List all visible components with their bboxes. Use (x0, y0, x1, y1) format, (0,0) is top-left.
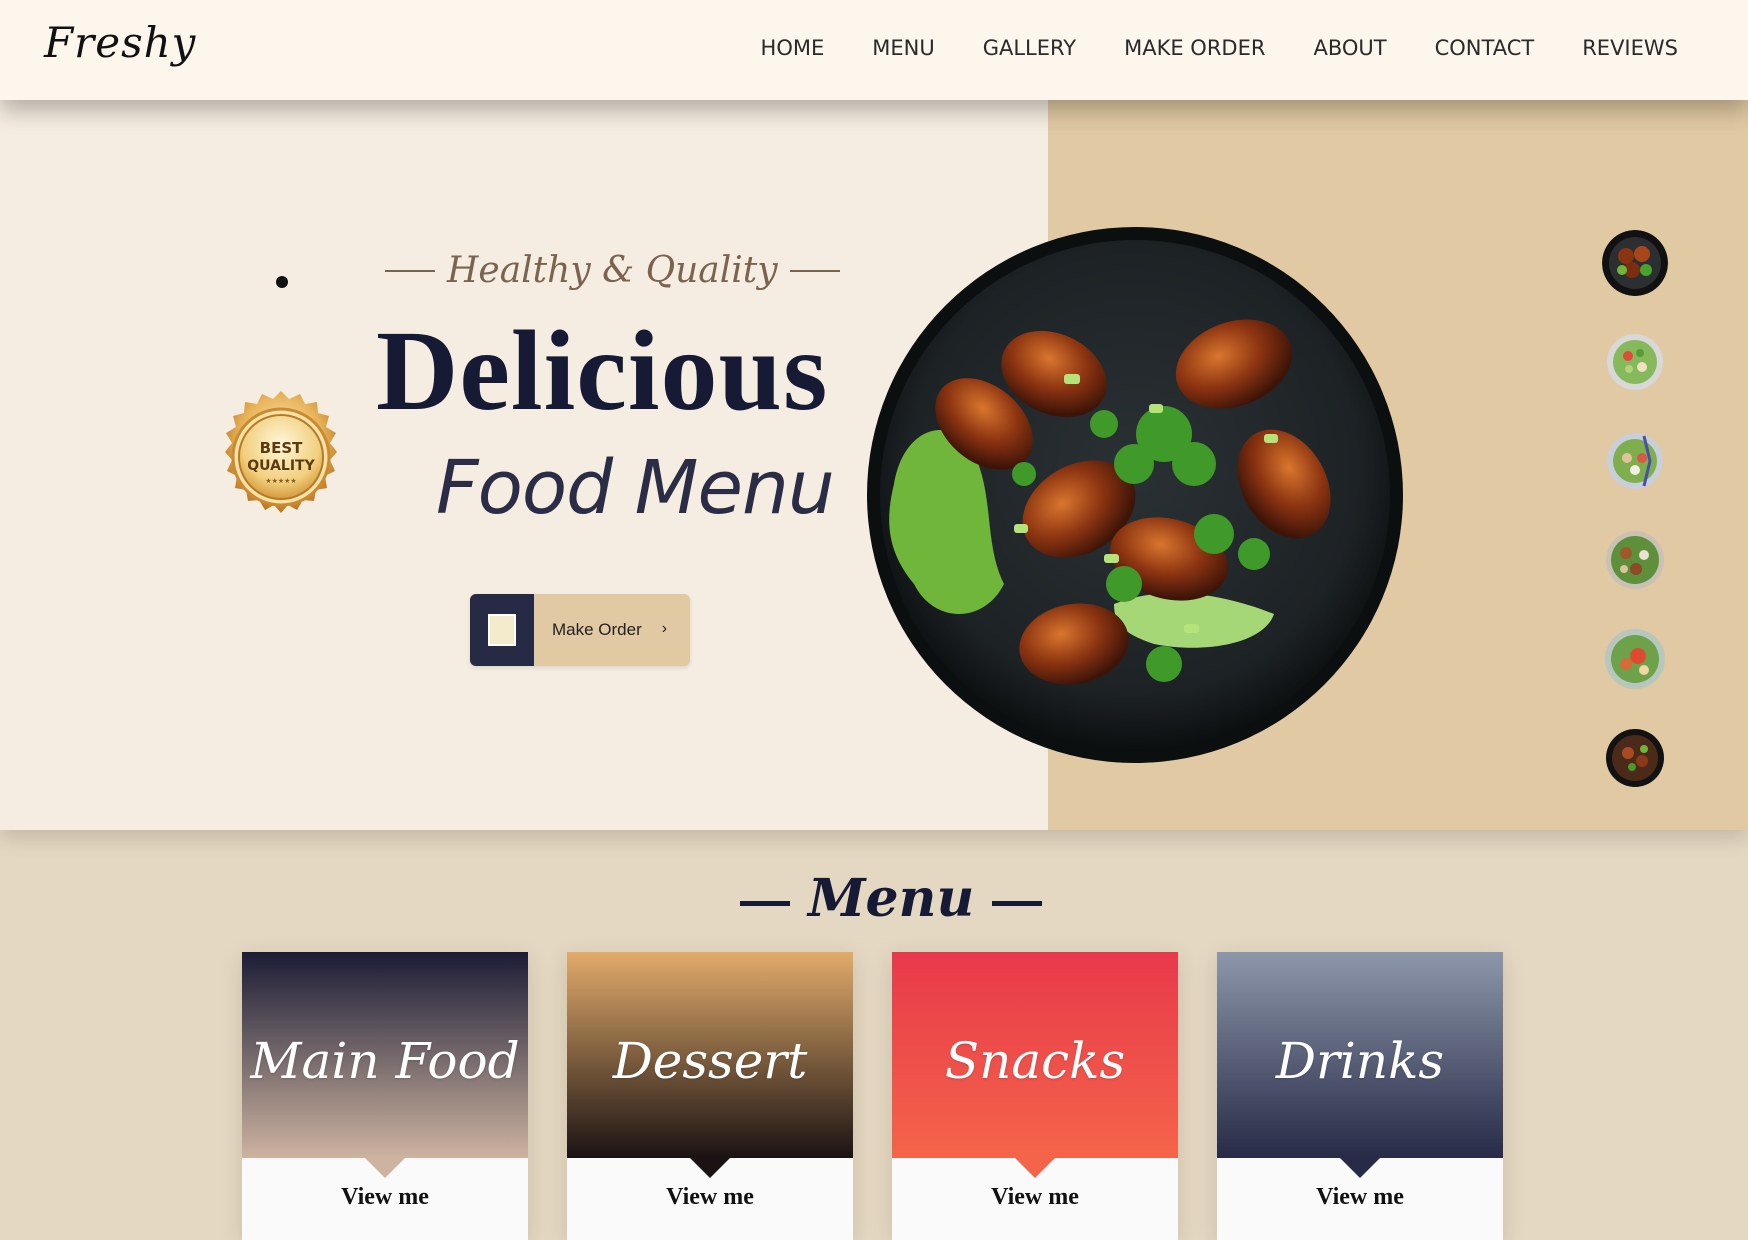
menu-title-bar-right (992, 901, 1043, 906)
svg-text:★★★★★: ★★★★★ (265, 477, 296, 485)
hero-tagline: Healthy & Quality (385, 250, 840, 291)
hero-title: Delicious (376, 307, 829, 434)
badge-text-1: BEST (260, 439, 303, 457)
nav-make-order[interactable]: MAKE ORDER (1124, 36, 1265, 60)
menu-card-drinks[interactable]: Drinks View me (1217, 952, 1503, 1240)
thumbnail-salad-bowl-2[interactable] (1602, 428, 1668, 494)
main-nav: HOME MENU GALLERY MAKE ORDER ABOUT CONTA… (761, 36, 1678, 60)
menu-title-bar-left (740, 901, 790, 906)
order-button-label: Make Order (552, 620, 642, 639)
thumbnail-salad-bowl-4[interactable] (1602, 626, 1668, 692)
card-notch (1340, 1158, 1380, 1178)
make-order-button[interactable]: Make Order › (470, 594, 690, 666)
card-title: Snacks (944, 1032, 1126, 1090)
card-header: Drinks (1217, 952, 1503, 1158)
nav-reviews[interactable]: REVIEWS (1582, 36, 1678, 60)
view-me-button[interactable]: View me (1217, 1184, 1503, 1211)
view-me-button[interactable]: View me (242, 1184, 528, 1211)
card-notch (365, 1158, 405, 1178)
hero-subtitle: Food Menu (436, 445, 835, 531)
menu-card-dessert[interactable]: Dessert View me (567, 952, 853, 1240)
brand-logo[interactable]: Freshy (44, 18, 196, 67)
card-title: Dessert (612, 1032, 808, 1090)
food-bowl-image (867, 227, 1403, 763)
card-title: Main Food (250, 1032, 520, 1090)
card-header: Snacks (892, 952, 1178, 1158)
hero-section: Healthy & Quality Delicious Food Menu BE… (0, 100, 1748, 830)
order-button-icon-wrap (470, 594, 534, 666)
tagline-line-right (789, 269, 840, 272)
card-title: Drinks (1275, 1032, 1445, 1090)
menu-section-title: Menu (740, 868, 1043, 929)
nav-home[interactable]: HOME (761, 36, 825, 60)
card-header: Main Food (242, 952, 528, 1158)
thumbnail-wings-bowl[interactable] (1602, 230, 1668, 296)
menu-title-text: Menu (808, 868, 975, 929)
card-notch (690, 1158, 730, 1178)
best-quality-badge-icon: BEST QUALITY ★★★★★ (225, 391, 337, 513)
badge-text-2: QUALITY (247, 458, 315, 474)
thumbnail-meat-bowl[interactable] (1602, 725, 1668, 791)
card-notch (1015, 1158, 1055, 1178)
tagline-text: Healthy & Quality (447, 250, 778, 291)
order-icon (488, 614, 516, 646)
slider-dot[interactable] (276, 276, 288, 288)
nav-menu[interactable]: MENU (872, 36, 934, 60)
thumbnail-list (1602, 230, 1668, 824)
nav-gallery[interactable]: GALLERY (983, 36, 1076, 60)
thumbnail-salad-bowl-3[interactable] (1602, 527, 1668, 593)
nav-about[interactable]: ABOUT (1313, 36, 1386, 60)
nav-contact[interactable]: CONTACT (1435, 36, 1535, 60)
menu-card-main-food[interactable]: Main Food View me (242, 952, 528, 1240)
card-header: Dessert (567, 952, 853, 1158)
top-navigation-bar: Freshy HOME MENU GALLERY MAKE ORDER ABOU… (0, 0, 1748, 100)
tagline-line-left (385, 269, 435, 272)
view-me-button[interactable]: View me (567, 1184, 853, 1211)
view-me-button[interactable]: View me (892, 1184, 1178, 1211)
chevron-right-icon: › (661, 620, 668, 637)
thumbnail-salad-bowl-1[interactable] (1602, 329, 1668, 395)
menu-card-snacks[interactable]: Snacks View me (892, 952, 1178, 1240)
